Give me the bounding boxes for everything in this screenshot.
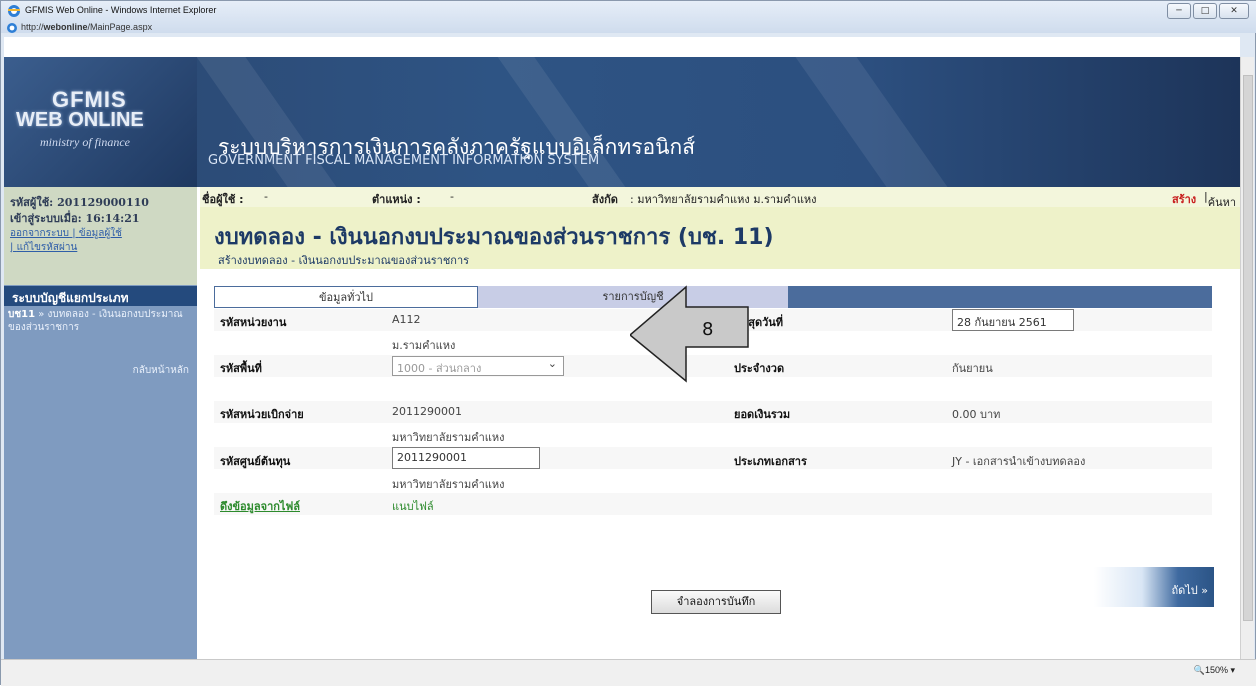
user-id-line: รหัสผู้ใช้: 201129000110: [10, 196, 149, 209]
title-bar: GFMIS Web Online - Windows Internet Expl…: [1, 1, 1256, 33]
left-sidebar: รหัสผู้ใช้: 201129000110 เข้าสู่ระบบเมื่…: [4, 187, 197, 659]
disb-unit-label: รหัสหน่วยเบิกจ่าย: [220, 408, 304, 421]
next-button[interactable]: ถัดไป »: [1094, 567, 1214, 607]
end-date-input[interactable]: 28 กันยายน 2561: [952, 309, 1074, 331]
area-code-label: รหัสพื้นที่: [220, 362, 262, 375]
page-subtitle: สร้างงบทดลอง - เงินนอกงบประมาณของส่วนราช…: [218, 254, 470, 267]
sidebar-section-head: ระบบบัญชีแยกประเภท: [4, 286, 197, 306]
minimize-button[interactable]: ─: [1167, 3, 1191, 19]
sidebar-item-bch11[interactable]: บช11 » งบทดลอง - เงินนอกงบประมาณของส่วนร…: [4, 306, 197, 336]
disb-unit-name: มหาวิทยาลัยรามคำแหง: [392, 431, 505, 444]
change-password-link[interactable]: แก้ไขรหัสผ่าน: [17, 242, 78, 253]
user-info-panel: รหัสผู้ใช้: 201129000110 เข้าสู่ระบบเมื่…: [4, 187, 197, 285]
vertical-scrollbar[interactable]: [1240, 57, 1254, 659]
site-banner: GFMIS WEB ONLINE ministry of finance ระบ…: [4, 57, 1240, 187]
doc-type-value: JY - เอกสารนำเข้างบทดลอง: [952, 455, 1086, 468]
position-value: -: [450, 190, 454, 203]
page-viewport: GFMIS WEB ONLINE ministry of finance ระบ…: [4, 37, 1240, 659]
back-home-link[interactable]: กลับหน้าหลัก: [133, 363, 189, 378]
callout-number: 8: [702, 319, 713, 340]
unit-code-label: รหัสหน่วยงาน: [220, 316, 287, 329]
form-row: มหาวิทยาลัยรามคำแหง: [214, 470, 1212, 492]
cost-center-label: รหัสศูนย์ต้นทุน: [220, 455, 291, 468]
ie-icon: [8, 5, 20, 17]
create-link[interactable]: สร้าง: [1172, 190, 1196, 208]
cost-center-input[interactable]: 2011290001: [392, 447, 540, 469]
affiliation-value: : มหาวิทยาลัยรามคำแหง ม.รามคำแหง: [630, 193, 817, 206]
search-link[interactable]: | ค้นหา: [1204, 190, 1236, 209]
close-button[interactable]: ✕: [1219, 3, 1249, 19]
form-row: รหัสหน่วยเบิกจ่าย 2011290001 ยอดเงินรวม …: [214, 401, 1212, 423]
maximize-button[interactable]: □: [1193, 3, 1217, 19]
gfmis-logo[interactable]: GFMIS WEB ONLINE ministry of finance: [4, 57, 197, 187]
url-text: http://webonline/MainPage.aspx: [21, 22, 153, 32]
page-header: งบทดลอง - เงินนอกงบประมาณของส่วนราชการ (…: [200, 207, 1240, 269]
attach-file-link[interactable]: แนบไฟล์: [392, 497, 434, 515]
window-title: GFMIS Web Online - Windows Internet Expl…: [25, 5, 217, 15]
affiliation-label: สังกัด: [592, 193, 618, 206]
position-label: ตำแหน่ง :: [372, 193, 421, 206]
banner-title-en: GOVERNMENT FISCAL MANAGEMENT INFORMATION…: [208, 153, 600, 168]
doc-type-label: ประเภทเอกสาร: [734, 455, 807, 468]
total-value: 0.00 บาท: [952, 408, 1001, 421]
period-value: กันยายน: [952, 362, 993, 375]
chevron-down-icon: ⌄: [547, 357, 557, 370]
status-bar: 🔍150% ▾: [1, 659, 1256, 686]
tab-general[interactable]: ข้อมูลทั่วไป: [214, 286, 478, 308]
profile-link[interactable]: ข้อมูลผู้ใช้: [79, 228, 122, 239]
simulate-save-button[interactable]: จำลองการบันทึก: [651, 590, 781, 614]
area-code-select[interactable]: 1000 - ส่วนกลาง ⌄: [392, 356, 564, 376]
fetch-file-link[interactable]: ดึงข้อมูลจากไฟล์: [220, 497, 300, 515]
page-icon: [7, 23, 17, 33]
zoom-level[interactable]: 🔍150% ▾: [1194, 665, 1235, 676]
browser-window: GFMIS Web Online - Windows Internet Expl…: [0, 0, 1256, 686]
scroll-thumb[interactable]: [1243, 75, 1253, 621]
user-name-label: ชื่อผู้ใช้ :: [202, 193, 244, 206]
page-title: งบทดลอง - เงินนอกงบประมาณของส่วนราชการ (…: [214, 225, 774, 250]
callout-arrow: 8: [630, 285, 749, 383]
login-time-line: เข้าสู่ระบบเมื่อ: 16:14:21: [10, 212, 140, 225]
cost-center-name: มหาวิทยาลัยรามคำแหง: [392, 478, 505, 491]
user-name-value: -: [264, 190, 268, 203]
disb-unit-value: 2011290001: [392, 405, 462, 418]
form-row: มหาวิทยาลัยรามคำแหง: [214, 424, 1212, 446]
form-row: ดึงข้อมูลจากไฟล์ แนบไฟล์: [214, 493, 1212, 515]
unit-name-value: ม.รามคำแหง: [392, 339, 456, 352]
logout-link[interactable]: ออกจากระบบ: [10, 228, 69, 239]
address-bar[interactable]: http://webonline/MainPage.aspx: [1, 21, 1256, 35]
form-row: รหัสศูนย์ต้นทุน 2011290001 ประเภทเอกสาร …: [214, 447, 1212, 469]
user-info-strip: ชื่อผู้ใช้ : - ตำแหน่ง : - สังกัด : มหาว…: [200, 187, 1240, 209]
unit-code-value: A112: [392, 313, 421, 326]
total-label: ยอดเงินรวม: [734, 408, 791, 421]
